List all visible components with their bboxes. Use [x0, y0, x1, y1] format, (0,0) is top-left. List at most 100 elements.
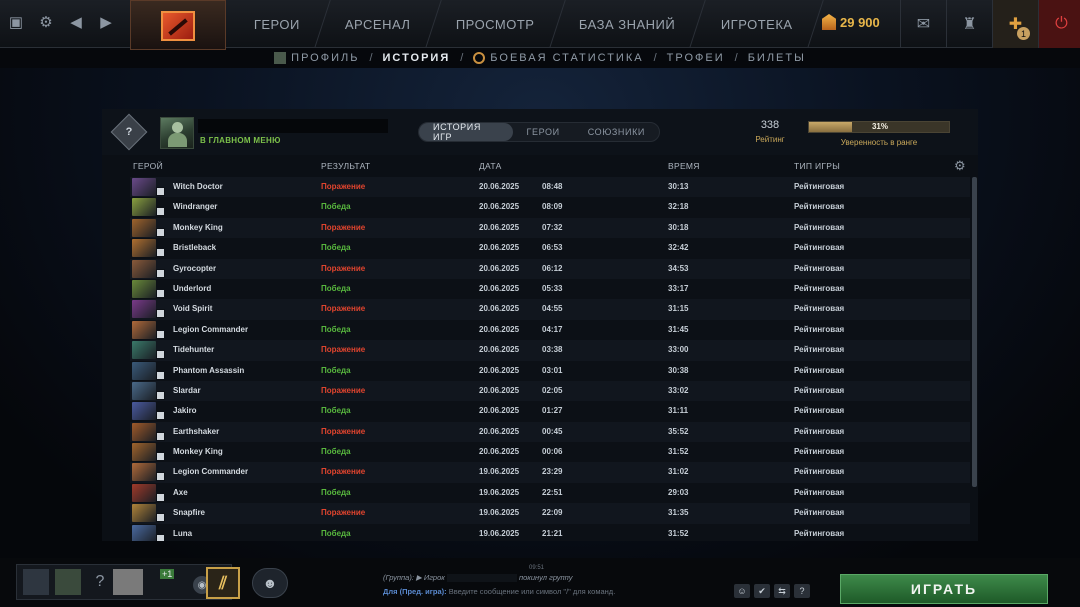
back-arrow-icon[interactable]: ◀ — [66, 12, 86, 32]
match-row[interactable]: Phantom Assassin Победа 20.06.2025 03:01 30:… — [130, 360, 970, 381]
match-row[interactable]: Luna Победа 19.06.2025 21:21 31:52 Рейтингова… — [130, 523, 970, 541]
match-result: Поражение — [321, 263, 366, 273]
currency-amount: 29 900 — [840, 14, 880, 30]
tab-heroes[interactable]: ГЕРОИ — [513, 123, 574, 141]
match-result: Победа — [321, 406, 351, 416]
match-row[interactable]: Axe Победа 19.06.2025 22:51 29:03 Рейтинговая — [130, 482, 970, 504]
hero-name: Monkey King — [173, 447, 223, 457]
notification-badge: 1 — [1017, 27, 1030, 40]
match-result: Поражение — [321, 182, 366, 191]
match-row[interactable]: Void Spirit Поражение 20.06.2025 04:55 31:15… — [130, 299, 970, 320]
party-slot-shield[interactable] — [23, 569, 49, 595]
subnav-history[interactable]: ИСТОРИЯ — [383, 52, 451, 64]
play-button[interactable]: ИГРАТЬ — [840, 574, 1048, 604]
match-row[interactable]: Bristleback Победа 20.06.2025 06:53 32:42 Рей… — [130, 238, 970, 259]
match-duration: 33:00 — [668, 345, 689, 355]
match-row[interactable]: Gyrocopter Поражение 20.06.2025 06:12 34:53 Р… — [130, 258, 970, 279]
column-header-result[interactable]: РЕЗУЛЬТАТ — [321, 161, 370, 171]
party-slot-player-avatar[interactable] — [55, 569, 81, 595]
column-header-date[interactable]: ДАТА — [479, 161, 502, 171]
emoji-icon[interactable]: ☺ — [734, 584, 750, 598]
tab-allies[interactable]: СОЮЗНИКИ — [574, 123, 659, 141]
tab-match-history[interactable]: ИСТОРИЯ ИГР — [419, 122, 513, 142]
match-row[interactable]: Monkey King Поражение 20.06.2025 07:32 30:18… — [130, 217, 970, 239]
gear-icon[interactable]: ⚙ — [36, 12, 56, 32]
match-row[interactable]: Windranger Победа 20.06.2025 08:09 32:18 Рейт… — [130, 197, 970, 218]
role-icon — [156, 472, 165, 482]
shards-currency[interactable]: 29 900 — [822, 14, 880, 30]
subnav-profile[interactable]: ПРОФИЛЬ — [274, 52, 359, 64]
match-start-time: 08:09 — [542, 202, 563, 212]
plus-tutorial-icon[interactable]: ✚ 1 — [992, 0, 1038, 48]
match-start-time: 06:53 — [542, 243, 563, 253]
subnav-stats[interactable]: БОЕВАЯ СТАТИСТИКА — [473, 52, 643, 64]
hero-name: Earthshaker — [173, 426, 220, 436]
match-list: Witch Doctor Поражение 20.06.2025 08:48 30:1… — [130, 177, 970, 541]
hero-portrait — [132, 178, 156, 196]
match-date: 20.06.2025 — [479, 222, 520, 232]
nav-arcade[interactable]: ИГРОТЕКА — [690, 0, 824, 48]
match-row[interactable]: Tidehunter Поражение 20.06.2025 03:38 33:00 Р… — [130, 340, 970, 361]
role-icon — [156, 370, 165, 380]
power-icon[interactable]: ⏻ — [1038, 0, 1080, 48]
chat-help-icon[interactable]: ? — [794, 584, 810, 598]
hero-name: Windranger — [173, 202, 218, 212]
armory-icon[interactable]: ♜ — [946, 0, 992, 48]
match-row[interactable]: Legion Commander Победа 20.06.2025 04:17 31:… — [130, 319, 970, 341]
rank-emblem-icon[interactable]: ? — [110, 113, 148, 151]
shard-icon — [822, 14, 836, 30]
match-row[interactable]: Underlord Победа 20.06.2025 05:33 33:17 Рейти… — [130, 278, 970, 300]
match-type: Рейтинговая — [794, 243, 845, 253]
match-type: Рейтинговая — [794, 447, 845, 457]
match-row[interactable]: Slardar Поражение 20.06.2025 02:05 33:02 Рейт… — [130, 380, 970, 402]
match-row[interactable]: Jakiro Победа 20.06.2025 01:27 31:11 Рейтинго… — [130, 401, 970, 422]
fullscreen-icon[interactable]: ▣ — [6, 12, 26, 32]
column-header-type[interactable]: ТИП ИГРЫ — [794, 161, 840, 171]
dota-logo-button[interactable] — [130, 0, 226, 50]
match-result: Победа — [321, 202, 351, 212]
match-row[interactable]: Monkey King Победа 20.06.2025 00:06 31:52 Рей… — [130, 442, 970, 463]
match-date: 20.06.2025 — [479, 263, 520, 273]
player-avatar[interactable] — [160, 117, 194, 149]
chat-input[interactable]: Для (Пред. игра): Введите сообщение или … — [383, 587, 733, 596]
match-row[interactable]: Earthshaker Поражение 20.06.2025 00:45 35:52… — [130, 421, 970, 443]
match-start-time: 03:38 — [542, 345, 563, 355]
hero-portrait — [132, 483, 156, 502]
subnav-trophies[interactable]: ТРОФЕИ — [667, 52, 725, 64]
player-name-redacted — [198, 119, 388, 133]
match-duration: 33:17 — [668, 283, 689, 293]
main-nav: ГЕРОИ АРСЕНАЛ ПРОСМОТР БАЗА ЗНАНИЙ ИГРОТ… — [224, 0, 824, 48]
chat-channel[interactable]: Для (Пред. игра): — [383, 587, 447, 596]
friends-icon[interactable]: ☻ — [252, 568, 288, 598]
forward-arrow-icon[interactable]: ▶ — [96, 12, 116, 32]
subnav-tickets[interactable]: БИЛЕТЫ — [748, 52, 806, 64]
hero-portrait — [132, 300, 156, 319]
scrollbar[interactable] — [972, 177, 977, 487]
help-icon[interactable]: ? — [87, 569, 113, 595]
table-settings-gear-icon[interactable]: ⚙ — [954, 158, 966, 174]
column-header-duration[interactable]: ВРЕМЯ — [668, 161, 700, 171]
match-date: 20.06.2025 — [479, 182, 520, 191]
separator: / — [369, 52, 373, 64]
nav-knowledge-base[interactable]: БАЗА ЗНАНИЙ — [549, 0, 707, 48]
match-row[interactable]: Witch Doctor Поражение 20.06.2025 08:48 30:1… — [130, 177, 970, 198]
mail-icon[interactable]: ✉ — [900, 0, 946, 48]
column-header-hero[interactable]: ГЕРОЙ — [133, 161, 163, 171]
nav-arsenal[interactable]: АРСЕНАЛ — [315, 0, 442, 48]
hero-portrait — [132, 361, 156, 380]
match-duration: 34:53 — [668, 263, 689, 273]
party-slot-medal[interactable] — [113, 569, 143, 595]
hero-name: Phantom Assassin — [173, 365, 245, 375]
role-icon — [156, 411, 165, 421]
hero-portrait — [132, 422, 156, 441]
match-row[interactable]: Snapfire Поражение 19.06.2025 22:09 31:35 Рей… — [130, 503, 970, 524]
nav-heroes[interactable]: ГЕРОИ — [224, 0, 331, 48]
rating-label: Рейтинг — [755, 135, 785, 144]
swap-icon[interactable]: ⇆ — [774, 584, 790, 598]
match-result: Поражение — [321, 385, 366, 395]
battle-pass-icon[interactable]: ⫽ — [206, 567, 240, 599]
role-icon — [156, 329, 165, 339]
nav-watch[interactable]: ПРОСМОТР — [425, 0, 566, 48]
match-row[interactable]: Legion Commander Поражение 19.06.2025 23:29… — [130, 462, 970, 483]
checkmark-icon[interactable]: ✔ — [754, 584, 770, 598]
